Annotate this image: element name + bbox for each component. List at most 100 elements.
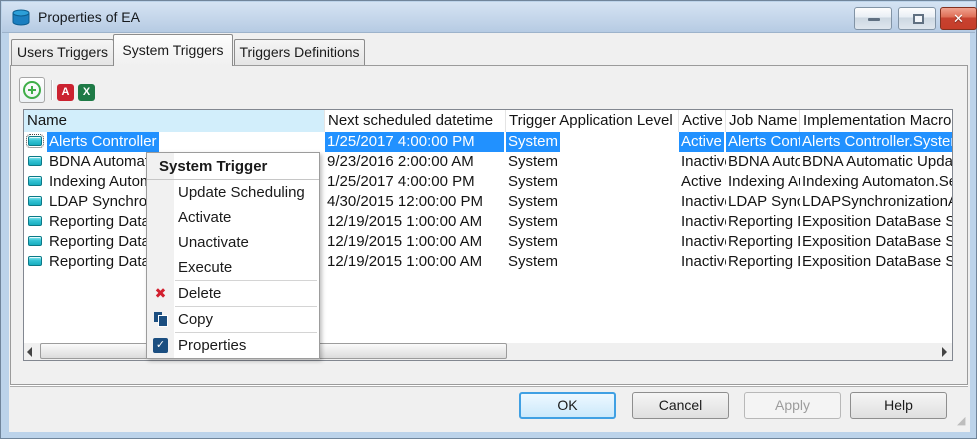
cell-next: 12/19/2015 1:00:00 AM bbox=[325, 232, 506, 252]
resize-grip-icon[interactable]: ◢ bbox=[957, 415, 970, 428]
cell-next: 4/30/2015 12:00:00 PM bbox=[325, 192, 506, 212]
tab-triggers-definitions[interactable]: Triggers Definitions bbox=[234, 39, 365, 66]
delete-icon bbox=[153, 286, 168, 301]
cell-job: Alerts Controller bbox=[726, 132, 800, 152]
cell-job: LDAP Synchronization bbox=[726, 192, 800, 212]
trigger-icon bbox=[28, 156, 42, 166]
cell-impl: Exposition DataBase Synchronization bbox=[800, 212, 952, 232]
cell-text-active: Inactive bbox=[679, 232, 726, 252]
cell-text-next: 1/25/2017 4:00:00 PM bbox=[325, 132, 504, 152]
cell-level: System bbox=[506, 192, 679, 212]
scroll-left-button[interactable] bbox=[24, 343, 41, 360]
cell-job: Reporting Database bbox=[726, 212, 800, 232]
menu-item-delete[interactable]: Delete bbox=[147, 281, 319, 306]
menu-item-label: Unactivate bbox=[178, 234, 249, 251]
cell-level: System bbox=[506, 172, 679, 192]
menu-item-label: Copy bbox=[178, 311, 213, 328]
table-header-row: Name Next scheduled datetime Trigger App… bbox=[24, 110, 952, 132]
close-icon: ✕ bbox=[953, 11, 964, 26]
cell-text-job: LDAP Synchronization bbox=[726, 192, 800, 212]
help-button[interactable]: Help bbox=[850, 392, 947, 419]
add-circle-icon bbox=[20, 78, 44, 102]
cell-next: 12/19/2015 1:00:00 AM bbox=[325, 252, 506, 272]
menu-item-execute[interactable]: Execute bbox=[147, 255, 319, 280]
menu-item-label: Delete bbox=[178, 285, 221, 302]
cell-text-level: System bbox=[506, 152, 560, 172]
cell-text-active: Inactive bbox=[679, 252, 726, 272]
cell-job: Indexing Automaton bbox=[726, 172, 800, 192]
tab-users-triggers[interactable]: Users Triggers bbox=[11, 39, 114, 66]
cell-active: Inactive bbox=[679, 192, 726, 212]
column-header-job-name[interactable]: Job Name bbox=[726, 110, 800, 132]
cell-active: Active bbox=[679, 132, 726, 152]
tab-system-triggers[interactable]: System Triggers bbox=[113, 34, 233, 66]
cell-text-next: 12/19/2015 1:00:00 AM bbox=[325, 232, 484, 252]
ok-button[interactable]: OK bbox=[519, 392, 616, 419]
menu-item-unactivate[interactable]: Unactivate bbox=[147, 230, 319, 255]
menu-item-properties[interactable]: Properties bbox=[147, 333, 319, 358]
cell-job: Reporting Database bbox=[726, 232, 800, 252]
column-header-trigger-level[interactable]: Trigger Application Level bbox=[506, 110, 679, 132]
maximize-icon bbox=[913, 14, 924, 24]
maximize-button[interactable] bbox=[898, 7, 936, 30]
cell-active: Inactive bbox=[679, 252, 726, 272]
cell-text-job: Reporting Database bbox=[726, 212, 800, 232]
cell-text-active: Active bbox=[679, 172, 724, 192]
close-button[interactable]: ✕ bbox=[940, 7, 977, 30]
cell-text-impl: Indexing Automaton.Service bbox=[800, 172, 952, 192]
cell-text-level: System bbox=[506, 192, 560, 212]
properties-icon bbox=[153, 338, 168, 353]
cell-text-active: Active bbox=[679, 132, 724, 152]
arrow-left-icon bbox=[27, 347, 32, 357]
export-pdf-button[interactable]: A bbox=[57, 84, 74, 101]
column-header-implementation-macro[interactable]: Implementation Macro bbox=[800, 110, 952, 132]
minimize-button[interactable] bbox=[854, 7, 892, 30]
cell-active: Inactive bbox=[679, 232, 726, 252]
cell-level: System bbox=[506, 232, 679, 252]
cell-next: 1/25/2017 4:00:00 PM bbox=[325, 132, 506, 152]
cell-text-job: Alerts Controller bbox=[726, 132, 800, 152]
cell-impl: LDAPSynchronizationAgent bbox=[800, 192, 952, 212]
add-trigger-button[interactable] bbox=[19, 77, 45, 103]
trigger-icon bbox=[28, 236, 42, 246]
pdf-export-icon: A bbox=[62, 86, 70, 98]
apply-button[interactable]: Apply bbox=[744, 392, 841, 419]
cancel-button[interactable]: Cancel bbox=[632, 392, 729, 419]
cell-impl: Exposition DataBase Synchronization bbox=[800, 232, 952, 252]
cell-next: 9/23/2016 2:00:00 AM bbox=[325, 152, 506, 172]
cell-text-next: 4/30/2015 12:00:00 PM bbox=[325, 192, 485, 212]
export-excel-button[interactable]: X bbox=[78, 84, 95, 101]
cell-level: System bbox=[506, 152, 679, 172]
cell-text-impl: Exposition DataBase Synchronization bbox=[800, 212, 952, 232]
cell-impl: Alerts Controller.SystemTrigger bbox=[800, 132, 952, 152]
cell-text-next: 12/19/2015 1:00:00 AM bbox=[325, 252, 484, 272]
cell-text-job: Indexing Automaton bbox=[726, 172, 800, 192]
cell-text-job: Reporting Database bbox=[726, 232, 800, 252]
column-header-next-scheduled[interactable]: Next scheduled datetime bbox=[325, 110, 506, 132]
cell-impl: BDNA Automatic Update bbox=[800, 152, 952, 172]
menu-item-activate[interactable]: Activate bbox=[147, 205, 319, 230]
cell-text-level: System bbox=[506, 212, 560, 232]
menu-item-label: Update Scheduling bbox=[178, 184, 305, 201]
arrow-right-icon bbox=[942, 347, 947, 357]
cell-level: System bbox=[506, 132, 679, 152]
cell-text-impl: LDAPSynchronizationAgent bbox=[800, 192, 952, 212]
cell-text-level: System bbox=[506, 132, 560, 152]
table-row[interactable]: Alerts Controller 1/25/2017 4:00:00 PMSys… bbox=[24, 132, 952, 152]
copy-icon bbox=[153, 312, 168, 327]
cell-text-impl: Exposition DataBase Synchronization bbox=[800, 232, 952, 252]
menu-item-copy[interactable]: Copy bbox=[147, 307, 319, 332]
menu-item-label: Properties bbox=[178, 337, 246, 354]
minimize-icon bbox=[868, 18, 880, 21]
cell-text-active: Inactive bbox=[679, 152, 726, 172]
column-header-name[interactable]: Name bbox=[24, 110, 325, 132]
cell-text-level: System bbox=[506, 252, 560, 272]
scroll-right-button[interactable] bbox=[935, 343, 952, 360]
trigger-icon bbox=[28, 196, 42, 206]
cell-job: BDNA Automatic Update bbox=[726, 152, 800, 172]
dialog-window: Properties of EA ✕ Users Triggers System… bbox=[0, 0, 977, 439]
cell-next: 12/19/2015 1:00:00 AM bbox=[325, 212, 506, 232]
column-header-active[interactable]: Active bbox=[679, 110, 726, 132]
cell-impl: Indexing Automaton.Service bbox=[800, 172, 952, 192]
menu-item-update-scheduling[interactable]: Update Scheduling bbox=[147, 180, 319, 205]
